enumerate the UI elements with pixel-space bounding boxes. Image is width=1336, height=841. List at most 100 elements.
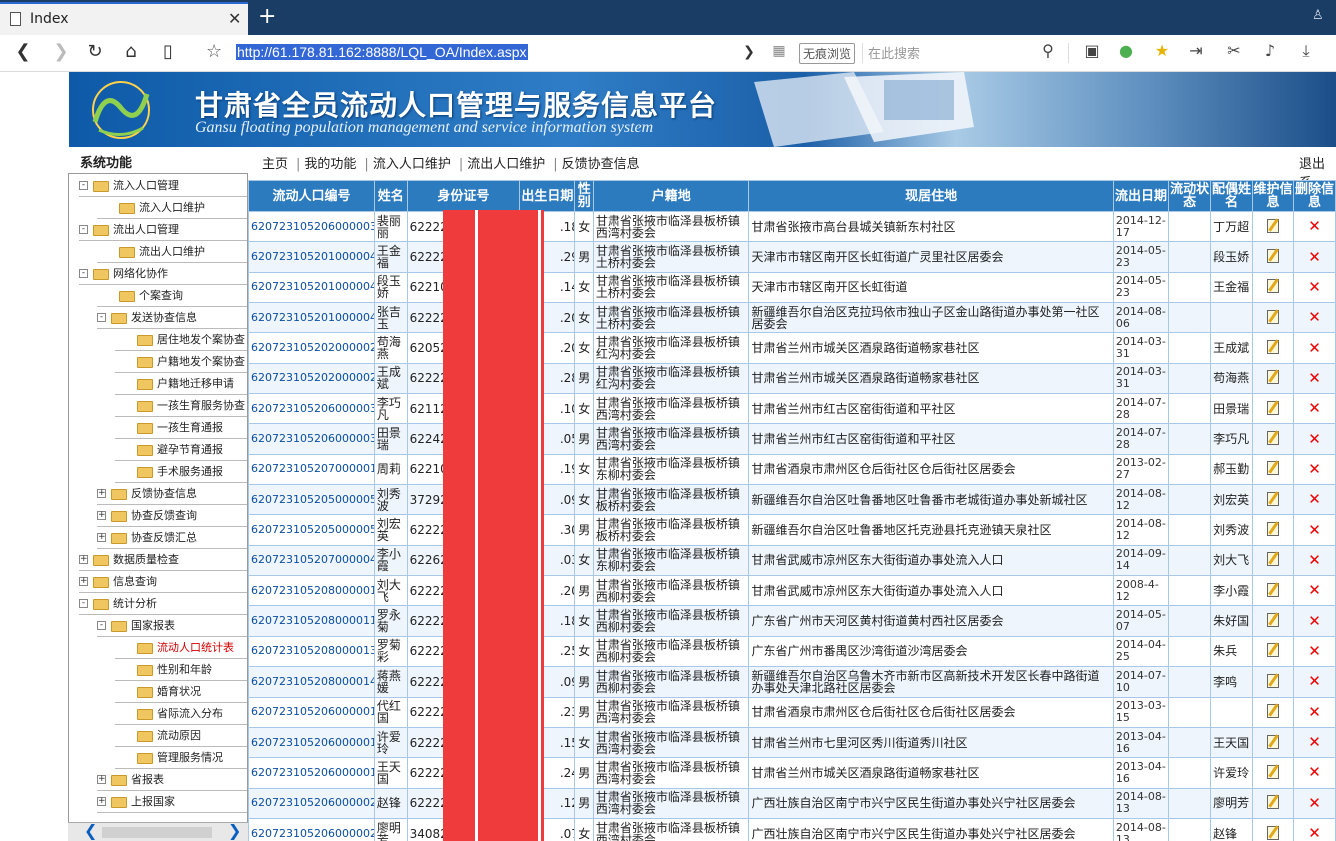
table-row[interactable]: 62072310520800001400蒋燕媛6222250915251.09男… — [248, 666, 1336, 698]
reader-icon[interactable]: ▯ — [157, 41, 179, 62]
edit-icon[interactable] — [1267, 673, 1279, 688]
table-row[interactable]: 62072310520700000194周莉6221021947271.19女甘… — [248, 453, 1336, 486]
tree-item[interactable]: - 国家报表 — [97, 616, 247, 637]
edit-icon[interactable] — [1267, 582, 1279, 597]
delete-icon[interactable]: ✕ — [1308, 794, 1321, 812]
delete-icon[interactable]: ✕ — [1308, 672, 1321, 690]
cell-id[interactable]: 62072310520100000434 — [248, 302, 375, 334]
cell-id[interactable]: 62072310520500000516 — [248, 514, 375, 546]
tree-item[interactable]: + 协查反馈查询 — [97, 506, 247, 527]
delete-icon[interactable]: ✕ — [1308, 824, 1321, 841]
delete-icon[interactable]: ✕ — [1308, 308, 1321, 326]
edit-icon[interactable] — [1267, 795, 1279, 810]
search-icon[interactable]: ⚲ — [1038, 41, 1058, 60]
edit-icon[interactable] — [1267, 431, 1279, 446]
table-row[interactable]: 62072310520600000396李巧凡6211211022411.10女… — [248, 393, 1336, 425]
traceless-button[interactable]: 无痕浏览 — [799, 43, 856, 64]
delete-icon[interactable]: ✕ — [1308, 339, 1321, 357]
column-header[interactable]: 维护信息 — [1252, 180, 1294, 212]
nav-item[interactable]: 反馈协查信息 — [562, 157, 640, 172]
table-row[interactable]: 62072310520800001192罗永菊62222418502x1.18女… — [248, 605, 1336, 637]
cell-id[interactable]: 62072310520800000138 — [248, 575, 375, 607]
column-header[interactable]: 现居住地 — [748, 180, 1114, 212]
table-row[interactable]: 62072310520600000239廖明芳3408260711061.07女… — [248, 817, 1336, 841]
tree-item[interactable]: + 反馈协查信息 — [97, 484, 247, 505]
table-row[interactable]: 62072310520800001399罗菊彩6222242550231.25女… — [248, 635, 1336, 668]
delete-icon[interactable]: ✕ — [1308, 369, 1321, 387]
tree-item[interactable]: - 发送协查信息 — [97, 308, 247, 329]
table-row[interactable]: 62072310520500000515刘秀波3729250935201.09女… — [248, 484, 1336, 516]
sound-icon[interactable]: ♪ — [1260, 41, 1280, 60]
tree-toggle-icon[interactable]: + — [79, 555, 88, 564]
cell-id[interactable]: 62072310520700000465 — [248, 544, 375, 577]
delete-icon[interactable]: ✕ — [1308, 217, 1321, 235]
tree-item[interactable]: 省际流入分布 — [115, 704, 247, 725]
edit-icon[interactable] — [1267, 613, 1279, 628]
tree-toggle-icon[interactable]: - — [97, 313, 106, 322]
user-icon[interactable]: ♙ — [1312, 8, 1324, 23]
delete-icon[interactable]: ✕ — [1308, 521, 1321, 539]
nav-item[interactable]: 流出人口维护 — [467, 157, 545, 172]
back-icon[interactable]: ❮ — [12, 41, 34, 62]
wechat-icon[interactable]: ● — [1116, 41, 1136, 60]
edit-icon[interactable] — [1267, 643, 1279, 658]
nav-item[interactable]: 主页 — [262, 157, 288, 172]
forward-icon[interactable]: ❯ — [50, 41, 72, 62]
scroll-left-icon[interactable]: ❮ — [84, 821, 97, 840]
edit-icon[interactable] — [1267, 461, 1279, 476]
edit-icon[interactable] — [1267, 400, 1279, 415]
cell-id[interactable]: 6207231052060000039€ — [248, 210, 375, 243]
edit-icon[interactable] — [1267, 218, 1279, 233]
tree-toggle-icon[interactable]: + — [97, 533, 106, 542]
delete-icon[interactable]: ✕ — [1308, 612, 1321, 630]
close-tab-icon[interactable]: ✕ — [228, 9, 241, 28]
cell-id[interactable]: 62072310520200000252 — [248, 332, 375, 364]
tree-toggle-icon[interactable]: + — [79, 577, 88, 586]
cell-id[interactable]: 62072310520600000144 — [248, 696, 375, 728]
cell-id[interactable]: 62072310520100000432 — [248, 241, 375, 273]
tree-item[interactable]: 流入人口维护 — [97, 198, 247, 219]
tree-item[interactable]: - 统计分析 — [79, 594, 247, 615]
bookmark-star-icon[interactable]: ☆ — [206, 41, 222, 62]
new-tab-icon[interactable]: + — [258, 4, 276, 29]
tree-toggle-icon[interactable]: - — [79, 269, 88, 278]
table-row[interactable]: 62072310520600000236赵锋6222241250331.12男甘… — [248, 787, 1336, 819]
tree-item[interactable]: - 流出人口管理 — [79, 220, 247, 241]
table-row[interactable]: 62072310520100000433段玉娇62210214732x1.14女… — [248, 271, 1336, 304]
reload-icon[interactable]: ↻ — [84, 41, 106, 62]
table-row[interactable]: 62072310520600000397田景瑞6224240528371.05男… — [248, 423, 1336, 455]
delete-icon[interactable]: ✕ — [1308, 430, 1321, 448]
cell-id[interactable]: 62072310520600000396 — [248, 393, 375, 425]
go-arrow-icon[interactable]: ❯ — [738, 44, 760, 60]
train-icon[interactable]: ▣ — [1082, 41, 1102, 60]
delete-icon[interactable]: ✕ — [1308, 551, 1321, 569]
column-header[interactable]: 姓名 — [373, 180, 408, 212]
delete-icon[interactable]: ✕ — [1308, 581, 1321, 599]
url-input[interactable]: http://61.178.81.162:8888/LQL_OA/Index.a… — [236, 44, 528, 60]
edit-icon[interactable] — [1267, 734, 1279, 749]
tree-item[interactable]: 户籍地发个案协查 — [115, 352, 247, 373]
delete-icon[interactable]: ✕ — [1308, 460, 1321, 478]
delete-icon[interactable]: ✕ — [1308, 733, 1321, 751]
edit-icon[interactable] — [1267, 279, 1279, 294]
table-row[interactable]: 6207231052060000039€裴丽丽6222241.18女甘肃省张掖市… — [248, 210, 1336, 243]
tree-item[interactable]: - 流入人口管理 — [79, 176, 247, 197]
column-header[interactable]: 流出日期 — [1112, 180, 1170, 212]
edit-icon[interactable] — [1267, 764, 1279, 779]
scroll-right-icon[interactable]: ❯ — [228, 821, 241, 840]
tree-item[interactable]: 管理服务情况 — [115, 748, 247, 769]
tree-item[interactable]: 一孩生育通报 — [115, 418, 247, 439]
scroll-thumb[interactable] — [102, 827, 212, 838]
cell-id[interactable]: 62072310520700000194 — [248, 453, 375, 486]
tree-item[interactable]: - 网络化协作 — [79, 264, 247, 285]
table-row[interactable]: 62072310520100000434张吉玉6222242050261.20女… — [248, 302, 1336, 334]
edit-icon[interactable] — [1267, 825, 1279, 840]
delete-icon[interactable]: ✕ — [1308, 642, 1321, 660]
tree-toggle-icon[interactable]: + — [97, 489, 106, 498]
edit-icon[interactable] — [1267, 704, 1279, 719]
edit-icon[interactable] — [1267, 370, 1279, 385]
tree-item[interactable]: 流动原因 — [115, 726, 247, 747]
delete-icon[interactable]: ✕ — [1308, 248, 1321, 266]
column-header[interactable]: 流动状态 — [1168, 180, 1212, 212]
tree-item[interactable]: 户籍地迁移申请 — [115, 374, 247, 395]
